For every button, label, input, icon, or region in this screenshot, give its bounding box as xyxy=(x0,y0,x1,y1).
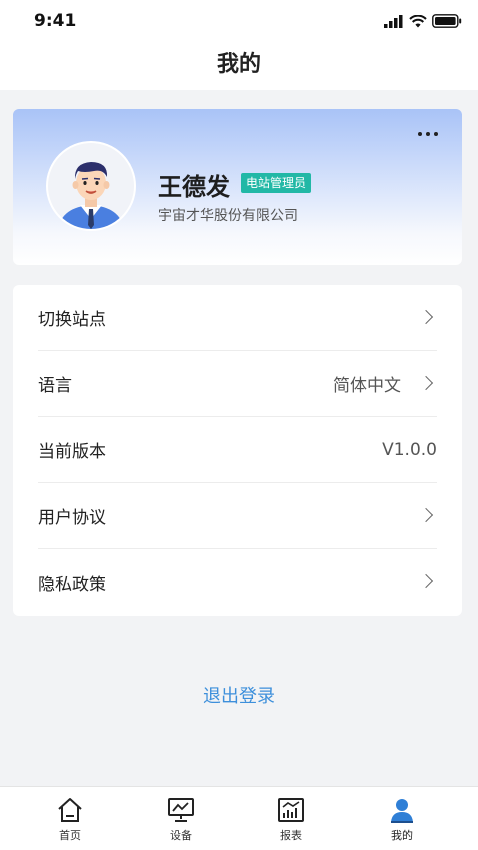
tab-devices[interactable]: 设备 xyxy=(141,787,221,850)
avatar[interactable] xyxy=(46,141,136,231)
menu-item-switch-station[interactable]: 切换站点 xyxy=(38,285,437,351)
menu-item-language[interactable]: 语言 简体中文 xyxy=(38,351,437,417)
menu-item-label: 用户协议 xyxy=(38,508,106,528)
wifi-icon xyxy=(409,15,427,28)
tab-label: 设备 xyxy=(170,829,192,842)
menu-item-label: 切换站点 xyxy=(38,310,106,330)
tab-label: 首页 xyxy=(59,829,81,842)
monitor-chart-icon xyxy=(168,798,194,822)
user-name: 王德发 xyxy=(158,173,230,201)
language-value: 简体中文 xyxy=(333,376,401,396)
chevron-right-icon xyxy=(418,375,434,390)
menu-item-label: 隐私政策 xyxy=(38,574,106,595)
tab-home[interactable]: 首页 xyxy=(30,787,110,850)
report-chart-icon xyxy=(278,798,304,822)
page-title: 我的 xyxy=(216,52,261,77)
signal-icon xyxy=(384,15,403,28)
tab-reports[interactable]: 报表 xyxy=(251,787,331,850)
tab-mine[interactable]: 我的 xyxy=(362,787,442,850)
battery-icon xyxy=(432,14,462,28)
more-dots-icon xyxy=(418,132,422,136)
menu-item-version: 当前版本 V1.0.0 xyxy=(38,417,437,483)
tab-bar: 首页 设备 报表 我的 xyxy=(0,786,478,850)
tab-label: 我的 xyxy=(391,829,413,842)
menu-item-label: 语言 xyxy=(38,376,72,396)
menu-item-label: 当前版本 xyxy=(38,442,106,462)
tab-label: 报表 xyxy=(280,829,302,842)
logout-button[interactable]: 退出登录 xyxy=(0,682,478,708)
version-value: V1.0.0 xyxy=(382,439,437,460)
top-bar: 9:41 我的 xyxy=(0,0,478,90)
menu-item-privacy-policy[interactable]: 隐私政策 xyxy=(38,549,437,615)
settings-menu: 切换站点 语言 简体中文 当前版本 V1.0.0 用户协议 隐私政策 xyxy=(13,285,462,616)
more-button[interactable] xyxy=(416,126,440,142)
menu-item-user-agreement[interactable]: 用户协议 xyxy=(38,483,437,549)
home-icon xyxy=(58,798,82,822)
avatar-illustration xyxy=(48,143,134,229)
profile-card: 王德发 电站管理员 宇宙才华股份有限公司 xyxy=(13,109,462,265)
company-name: 宇宙才华股份有限公司 xyxy=(158,208,298,224)
status-icons xyxy=(384,12,462,28)
role-badge: 电站管理员 xyxy=(241,173,312,193)
status-time: 9:41 xyxy=(34,11,77,31)
user-icon xyxy=(391,799,413,823)
